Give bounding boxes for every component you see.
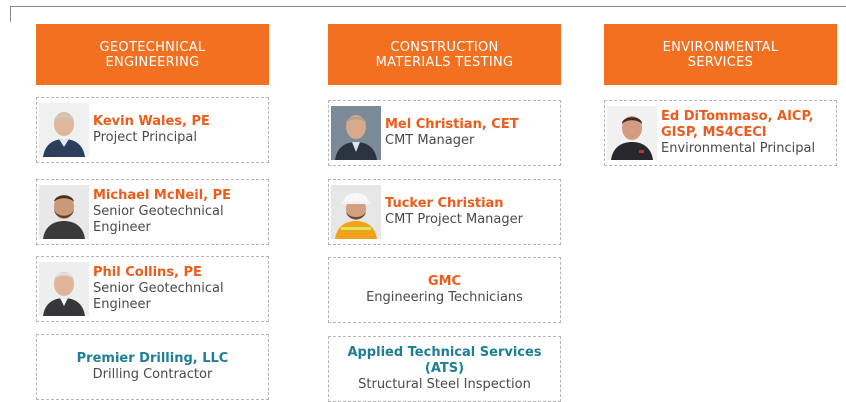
person-role: Senior Geotechnical xyxy=(93,281,224,296)
company-name: GMC xyxy=(427,274,462,289)
card-michael-mcneil: Michael McNeil, PE Senior Geotechnical E… xyxy=(36,179,269,245)
person-role: Engineer xyxy=(93,220,151,235)
person-photo xyxy=(39,103,89,157)
card-ats: Applied Technical Services (ATS) Structu… xyxy=(328,336,561,402)
person-name: GISP, MS4CECI xyxy=(661,125,767,140)
person-name: Ed DiTommaso, AICP, xyxy=(661,109,814,124)
company-role: Drilling Contractor xyxy=(92,367,213,382)
person-role: Senior Geotechnical xyxy=(93,204,224,219)
person-role: Environmental Principal xyxy=(661,141,816,156)
company-name: Premier Drilling, LLC xyxy=(76,351,229,366)
header-cmt: CONSTRUCTION MATERIALS TESTING xyxy=(328,24,561,85)
person-role: CMT Project Manager xyxy=(385,212,523,227)
person-name: Mel Christian, CET xyxy=(385,117,519,132)
card-gmc: GMC Engineering Technicians xyxy=(328,257,561,323)
column-geotechnical: GEOTECHNICAL ENGINEERING Kevin Wales, PE… xyxy=(36,24,269,400)
person-role: Project Principal xyxy=(93,130,198,145)
frame-border-left xyxy=(10,6,11,22)
header-environmental: ENVIRONMENTAL SERVICES xyxy=(604,24,837,85)
person-photo xyxy=(331,106,381,160)
header-line: ENVIRONMENTAL xyxy=(662,39,779,55)
company-role: Engineering Technicians xyxy=(366,290,523,305)
person-photo xyxy=(607,106,657,160)
header-line: GEOTECHNICAL xyxy=(99,39,206,55)
frame-border-top xyxy=(10,6,846,7)
card-ed-ditommaso: Ed DiTommaso, AICP, GISP, MS4CECI Enviro… xyxy=(604,100,837,166)
person-name: Kevin Wales, PE xyxy=(93,114,210,129)
header-line: SERVICES xyxy=(687,54,754,70)
company-name: (ATS) xyxy=(424,361,465,376)
card-phil-collins: Phil Collins, PE Senior Geotechnical Eng… xyxy=(36,256,269,322)
person-photo xyxy=(39,185,89,239)
person-name: Tucker Christian xyxy=(385,196,504,211)
card-premier-drilling: Premier Drilling, LLC Drilling Contracto… xyxy=(36,334,269,400)
card-mel-christian: Mel Christian, CET CMT Manager xyxy=(328,100,561,166)
person-photo xyxy=(331,185,381,239)
header-geotechnical: GEOTECHNICAL ENGINEERING xyxy=(36,24,269,85)
column-environmental: ENVIRONMENTAL SERVICES Ed DiTommaso, AIC… xyxy=(604,24,837,166)
card-kevin-wales: Kevin Wales, PE Project Principal xyxy=(36,97,269,163)
card-tucker-christian: Tucker Christian CMT Project Manager xyxy=(328,179,561,245)
person-role: CMT Manager xyxy=(385,133,475,148)
person-role: Engineer xyxy=(93,297,151,312)
person-name: Phil Collins, PE xyxy=(93,265,202,280)
header-line: MATERIALS TESTING xyxy=(375,54,514,70)
header-line: ENGINEERING xyxy=(105,54,200,70)
person-photo xyxy=(39,262,89,316)
company-name: Applied Technical Services xyxy=(347,345,542,360)
column-cmt: CONSTRUCTION MATERIALS TESTING Mel Chris… xyxy=(328,24,561,402)
person-name: Michael McNeil, PE xyxy=(93,188,232,203)
header-line: CONSTRUCTION xyxy=(390,39,499,55)
company-role: Structural Steel Inspection xyxy=(358,377,531,392)
